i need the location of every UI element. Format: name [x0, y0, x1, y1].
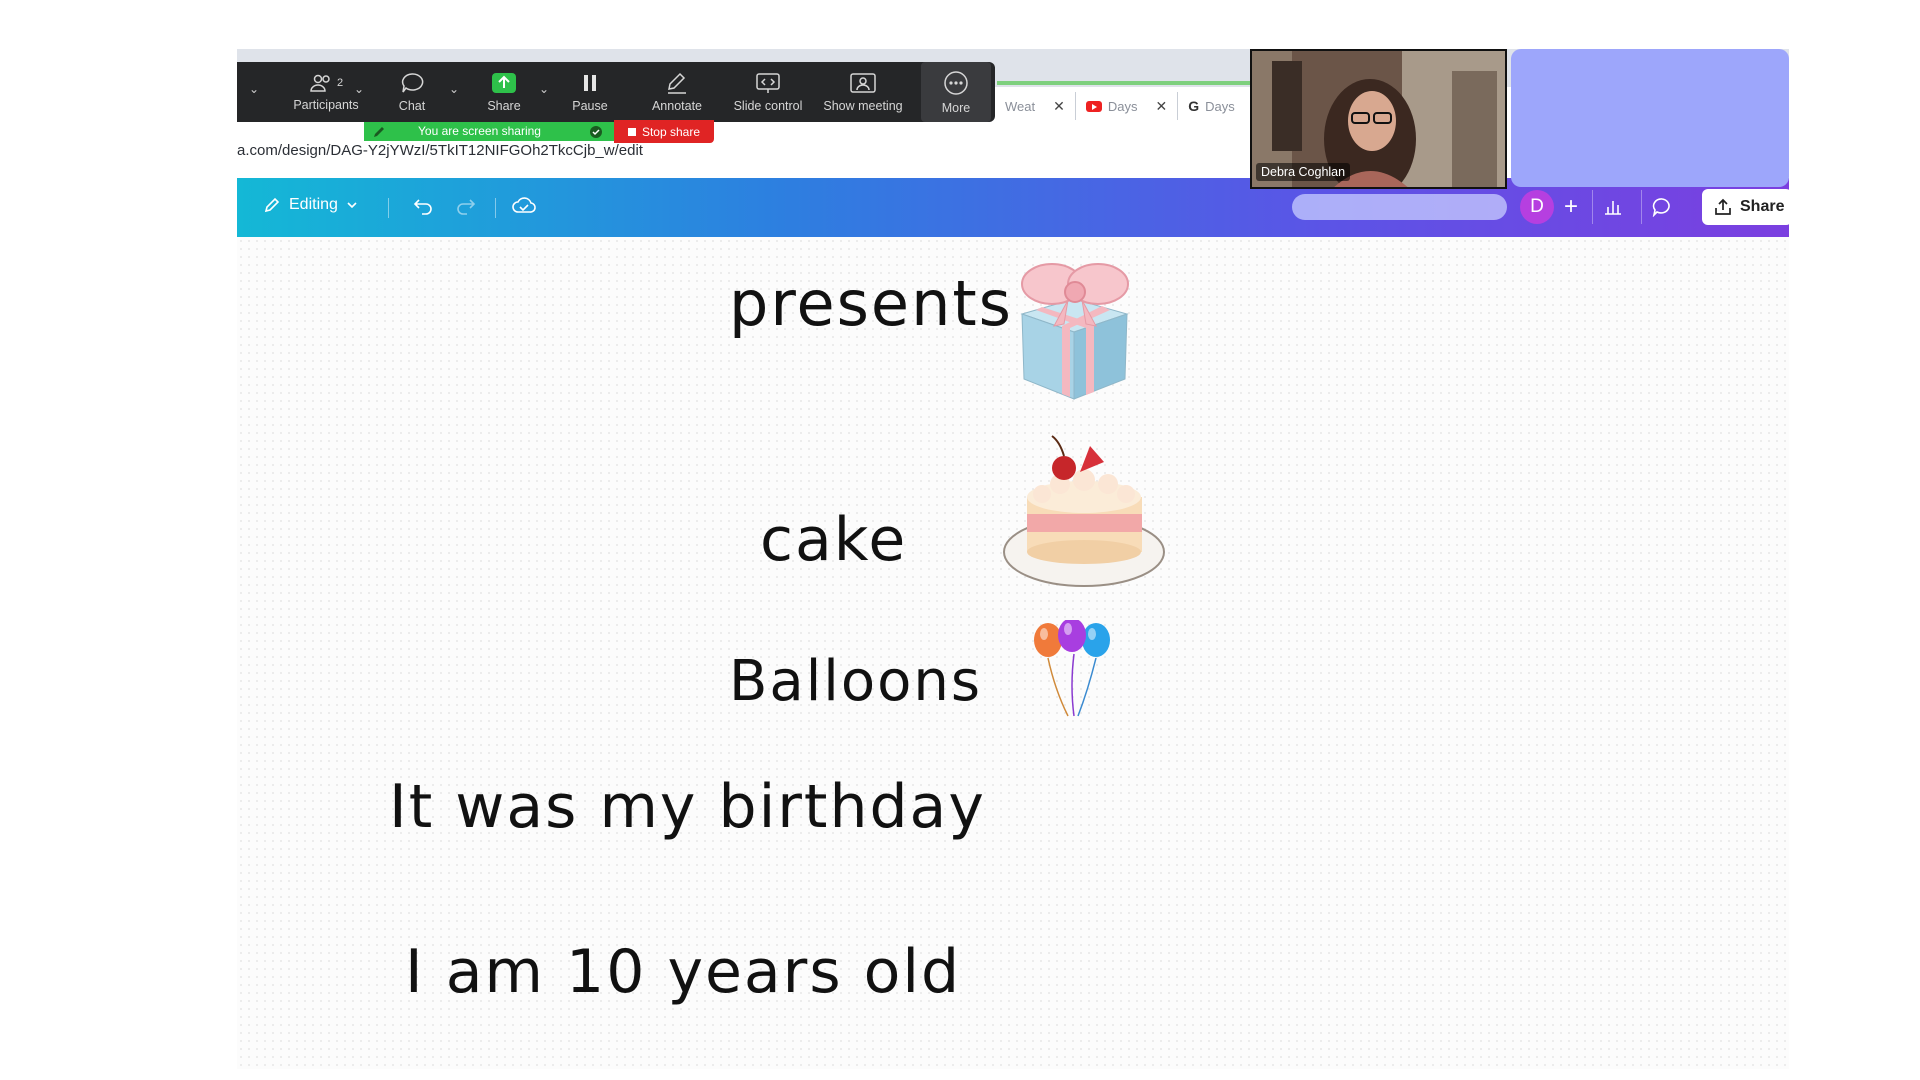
cloud-save-button[interactable]	[511, 194, 537, 216]
sentence-birthday[interactable]: It was my birthday	[389, 772, 986, 842]
share-label: Share	[487, 98, 521, 113]
comment-icon	[1652, 198, 1670, 217]
pause-icon	[584, 74, 596, 91]
annotate-label: Annotate	[651, 98, 703, 113]
tab-label: Days	[1107, 98, 1138, 114]
more-button[interactable]: More	[921, 62, 991, 122]
close-icon[interactable]: ✕	[1053, 98, 1065, 115]
chevron-down-icon[interactable]: ⌄	[249, 82, 259, 96]
more-label: More	[941, 100, 971, 115]
show-meeting-icon	[850, 72, 876, 93]
insights-button[interactable]	[1592, 190, 1633, 224]
google-icon: G	[1188, 98, 1200, 114]
design-canvas[interactable]: presents cake Balloons It was my birthda…	[237, 237, 1789, 1069]
chat-icon	[401, 72, 424, 92]
search-field[interactable]	[1292, 194, 1507, 220]
bar-chart-icon	[1605, 201, 1621, 215]
balloons-image[interactable]	[1030, 620, 1120, 720]
comments-button[interactable]	[1641, 190, 1682, 224]
annotate-button[interactable]: Annotate	[637, 62, 717, 122]
slide-control-icon	[756, 72, 780, 93]
share-screen-button[interactable]: Share	[469, 62, 539, 122]
stop-icon	[627, 127, 636, 136]
divider	[388, 198, 389, 218]
video-gallery: Debra Coghlan	[1250, 49, 1789, 189]
chat-label: Chat	[398, 98, 426, 113]
chevron-down-icon[interactable]: ⌄	[354, 82, 364, 96]
chat-button[interactable]: Chat	[377, 62, 447, 122]
redo-icon	[457, 199, 476, 215]
cloud-check-icon	[512, 197, 536, 213]
shield-check-icon	[590, 126, 602, 138]
browser-tab-weather[interactable]: Weat ✕	[995, 92, 1076, 120]
add-collaborator-button[interactable]: +	[1564, 190, 1578, 224]
word-balloons[interactable]: Balloons	[729, 649, 982, 714]
zoom-meeting-controls: ⌄ 2 Participants ⌄ Chat ⌄ Share ⌄ Pause …	[237, 62, 995, 122]
upload-icon	[1715, 198, 1731, 215]
sentence-age[interactable]: I am 10 years old	[405, 937, 961, 1007]
participants-label: Participants	[293, 97, 359, 112]
share-screen-icon	[492, 72, 516, 93]
more-icon	[944, 70, 968, 95]
undo-button[interactable]	[412, 194, 434, 216]
address-bar[interactable]: a.com/design/DAG-Y2jYWzI/5TkIT12NIFGOh2T…	[237, 137, 1277, 173]
tab-label: Days	[1205, 98, 1235, 114]
participants-count: 2	[336, 76, 344, 89]
participant-video-tile-empty[interactable]	[1511, 49, 1789, 187]
annotate-pen-icon	[668, 72, 686, 94]
avatar[interactable]: D	[1520, 190, 1554, 224]
chevron-down-icon[interactable]: ⌄	[539, 82, 549, 96]
participant-name-tag: Debra Coghlan	[1256, 163, 1351, 181]
screen-sharing-banner: You are screen sharing	[364, 122, 614, 141]
word-presents[interactable]: presents	[729, 267, 1013, 340]
divider	[495, 198, 496, 218]
url-text: a.com/design/DAG-Y2jYWzI/5TkIT12NIFGOh2T…	[237, 142, 643, 159]
cake-image[interactable]	[1002, 432, 1172, 597]
pen-icon	[374, 127, 384, 137]
gift-box-image[interactable]	[1002, 244, 1147, 404]
close-icon[interactable]: ✕	[1155, 98, 1167, 115]
participant-video-tile[interactable]: Debra Coghlan	[1250, 49, 1507, 189]
chevron-down-icon[interactable]: ⌄	[449, 82, 459, 96]
show-meeting-label: Show meeting	[823, 98, 903, 113]
chevron-down-icon	[347, 202, 357, 209]
youtube-icon	[1085, 100, 1102, 112]
share-label: Share	[1740, 198, 1785, 215]
browser-tabs: Weat ✕ Days ✕ G Days ✕	[995, 87, 1274, 125]
editing-label: Editing	[289, 196, 338, 213]
browser-tab-youtube[interactable]: Days ✕	[1076, 92, 1179, 120]
stop-share-label: Stop share	[641, 124, 701, 139]
slide-control-label: Slide control	[733, 98, 803, 113]
pause-share-button[interactable]: Pause	[555, 62, 625, 122]
pencil-icon	[264, 197, 280, 213]
sharing-status-text: You are screen sharing	[418, 124, 541, 138]
editing-mode-button[interactable]: Editing	[263, 196, 358, 214]
stop-share-button[interactable]: Stop share	[614, 120, 714, 143]
slide-control-button[interactable]: Slide control	[723, 62, 813, 122]
redo-button[interactable]	[455, 194, 477, 216]
screen-share-view: Weat ✕ Days ✕ G Days ✕ a.com/design/DAG-…	[237, 49, 1789, 1069]
share-button[interactable]: Share	[1702, 189, 1789, 225]
word-cake[interactable]: cake	[760, 505, 907, 575]
show-meeting-button[interactable]: Show meeting	[815, 62, 911, 122]
undo-icon	[413, 199, 432, 215]
participants-icon	[310, 74, 330, 92]
pause-label: Pause	[572, 98, 608, 113]
tab-label: Weat	[1005, 98, 1036, 114]
